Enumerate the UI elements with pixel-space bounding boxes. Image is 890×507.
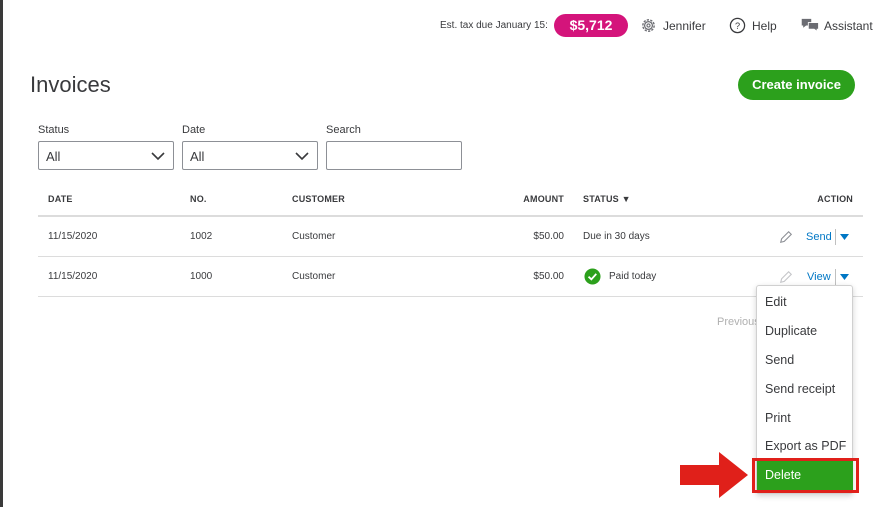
delete-highlight-box: [752, 458, 859, 493]
invoice-amount: $50.00: [533, 271, 564, 282]
menu-item-edit[interactable]: Edit: [757, 288, 853, 317]
send-action-link[interactable]: Send: [806, 231, 832, 243]
date-filter-select[interactable]: All: [182, 141, 318, 170]
menu-item-send[interactable]: Send: [757, 346, 853, 375]
create-invoice-button[interactable]: Create invoice: [738, 70, 855, 100]
search-input[interactable]: [326, 141, 462, 170]
invoice-customer: Customer: [292, 271, 336, 282]
tax-due-badge[interactable]: $5,712: [554, 14, 628, 37]
caret-down-icon[interactable]: [840, 234, 849, 240]
page-title: Invoices: [30, 72, 111, 97]
table-row[interactable]: 11/15/2020 1000 Customer $50.00 Paid tod…: [38, 257, 863, 297]
invoice-amount: $50.00: [533, 231, 564, 242]
window-edge: [0, 0, 3, 507]
help-icon[interactable]: ?: [729, 17, 746, 34]
help-link[interactable]: Help: [752, 19, 777, 33]
pagination-previous[interactable]: Previous: [717, 316, 760, 328]
invoice-status: Paid today: [609, 271, 657, 282]
action-separator: [835, 269, 836, 285]
invoice-customer: Customer: [292, 231, 336, 242]
view-action-link[interactable]: View: [807, 271, 831, 283]
action-separator: [835, 229, 836, 245]
pencil-icon[interactable]: [779, 270, 793, 284]
user-menu[interactable]: Jennifer: [663, 19, 706, 33]
svg-text:?: ?: [735, 21, 740, 31]
column-header-status[interactable]: STATUS ▼: [583, 194, 631, 204]
right-arrow-icon: [680, 452, 748, 498]
invoice-number: 1000: [190, 271, 213, 282]
invoice-number: 1002: [190, 231, 213, 242]
column-header-amount[interactable]: AMOUNT: [523, 194, 564, 204]
menu-item-export-pdf[interactable]: Export as PDF: [757, 432, 853, 461]
gear-icon[interactable]: [640, 17, 657, 34]
search-label: Search: [326, 124, 361, 136]
table-row[interactable]: 11/15/2020 1002 Customer $50.00 Due in 3…: [38, 217, 863, 257]
status-filter-label: Status: [38, 124, 70, 136]
chat-icon[interactable]: [801, 17, 820, 34]
column-header-action: ACTION: [817, 194, 853, 204]
top-bar: Est. tax due January 15: $5,712 Jennifer…: [0, 14, 890, 38]
chevron-down-icon: [151, 152, 165, 161]
date-filter-value: All: [190, 149, 205, 164]
date-filter-label: Date: [182, 124, 206, 136]
caret-down-icon[interactable]: [840, 274, 849, 280]
status-filter-value: All: [46, 149, 61, 164]
column-header-customer[interactable]: CUSTOMER: [292, 194, 345, 204]
status-filter-select[interactable]: All: [38, 141, 174, 170]
invoice-date: 11/15/2020: [48, 271, 98, 282]
invoice-date: 11/15/2020: [48, 231, 98, 242]
pencil-icon[interactable]: [779, 230, 793, 244]
invoices-table: DATE NO. CUSTOMER AMOUNT STATUS ▼ ACTION…: [38, 180, 863, 297]
invoice-status: Due in 30 days: [583, 231, 650, 242]
chevron-down-icon: [295, 152, 309, 161]
assistant-link[interactable]: Assistant: [824, 19, 873, 33]
column-header-date[interactable]: DATE: [48, 194, 73, 204]
column-header-no[interactable]: NO.: [190, 194, 207, 204]
menu-item-print[interactable]: Print: [757, 404, 853, 433]
menu-item-send-receipt[interactable]: Send receipt: [757, 375, 853, 404]
table-header: DATE NO. CUSTOMER AMOUNT STATUS ▼ ACTION: [38, 180, 863, 217]
menu-item-duplicate[interactable]: Duplicate: [757, 317, 853, 346]
check-circle-icon: [584, 268, 601, 285]
tax-due-label: Est. tax due January 15:: [440, 20, 548, 31]
